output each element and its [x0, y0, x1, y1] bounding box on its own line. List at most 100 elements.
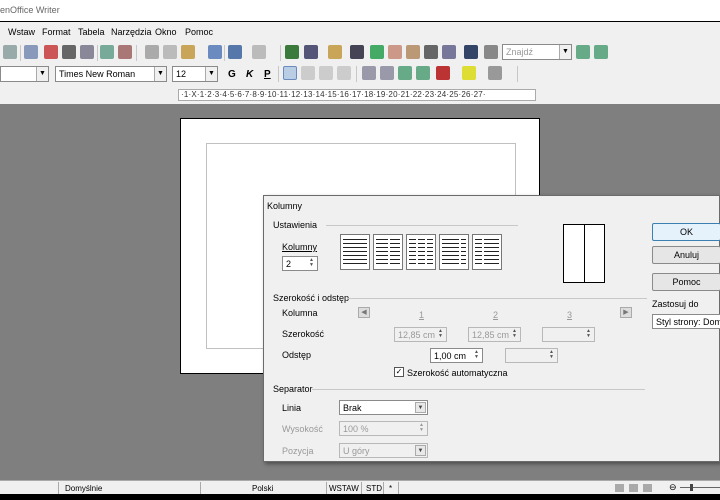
highlighting-icon[interactable]	[462, 66, 476, 80]
column-1-width-field[interactable]: 12,85 cm ▲ ▼	[394, 327, 447, 342]
preset-two-columns-left[interactable]	[439, 234, 469, 270]
zoom-slider-handle[interactable]	[690, 484, 693, 491]
draw-functions-icon[interactable]	[328, 45, 342, 59]
data-sources-icon[interactable]	[406, 45, 420, 59]
increase-indent-icon[interactable]	[416, 66, 430, 80]
copy-icon[interactable]	[163, 45, 177, 59]
spin-arrows-icon[interactable]: ▲ ▼	[510, 329, 519, 340]
auto-width-label[interactable]: Szerokość automatyczna	[407, 368, 508, 378]
page-style-status[interactable]: Domyślnie	[65, 484, 102, 493]
document-modified-status[interactable]: *	[389, 484, 392, 493]
spin-arrows-icon[interactable]: ▲ ▼	[307, 258, 316, 269]
preset-one-column[interactable]	[340, 234, 370, 270]
menu-pomoc[interactable]: Pomoc	[185, 27, 213, 37]
cut-icon[interactable]	[145, 45, 159, 59]
menu-wstaw[interactable]: Wstaw	[8, 27, 35, 37]
bold-button[interactable]: G	[228, 69, 236, 80]
menu-tabela[interactable]: Tabela	[78, 27, 105, 37]
gallery-icon[interactable]	[388, 45, 402, 59]
spin-arrows-icon[interactable]: ▲ ▼	[584, 329, 593, 340]
spin-arrows-icon[interactable]: ▲ ▼	[472, 350, 481, 361]
separator-height-field[interactable]: 100 % ▲ ▼	[339, 421, 428, 436]
export-pdf-icon[interactable]	[44, 45, 58, 59]
spellcheck-icon[interactable]	[100, 45, 114, 59]
line-style-select[interactable]: Brak ▼	[339, 400, 428, 415]
paste-icon[interactable]	[181, 45, 195, 59]
toolbar-separator	[20, 45, 21, 61]
preset-two-columns[interactable]	[373, 234, 403, 270]
zoom-slider[interactable]	[680, 487, 720, 488]
title-bar: enOffice Writer	[0, 0, 720, 22]
background-color-icon[interactable]	[488, 66, 502, 80]
zoom-icon[interactable]	[442, 45, 456, 59]
auto-width-checkbox[interactable]: ✓	[394, 367, 404, 377]
single-page-view-icon[interactable]	[615, 484, 624, 492]
align-center-icon[interactable]	[301, 66, 315, 80]
bullets-icon[interactable]	[380, 66, 394, 80]
preset-three-columns[interactable]	[406, 234, 436, 270]
paragraph-style-select[interactable]: ▼	[0, 66, 49, 82]
find-previous-icon[interactable]	[576, 45, 590, 59]
menu-format[interactable]: Format	[42, 27, 71, 37]
help-icon[interactable]	[464, 45, 478, 59]
arrow-left-icon[interactable]: ◀	[358, 307, 370, 318]
spin-arrows-icon[interactable]: ▲ ▼	[547, 350, 556, 361]
edit-file-icon[interactable]	[24, 45, 38, 59]
find-input[interactable]: Znajdź ▼	[502, 44, 572, 60]
redo-icon[interactable]	[252, 45, 266, 59]
font-name-select[interactable]: Times New Roman ▼	[55, 66, 167, 82]
preset-two-columns-right[interactable]	[472, 234, 502, 270]
chevron-down-icon[interactable]: ▼	[205, 67, 217, 81]
table-icon[interactable]	[304, 45, 318, 59]
spin-arrows-icon[interactable]: ▲ ▼	[417, 423, 426, 434]
navigator-icon[interactable]	[370, 45, 384, 59]
column-2-width-field[interactable]: 12,85 cm ▲ ▼	[468, 327, 521, 342]
print-icon[interactable]	[62, 45, 76, 59]
arrow-right-icon[interactable]: ▶	[620, 307, 632, 318]
align-right-icon[interactable]	[319, 66, 333, 80]
multi-page-view-icon[interactable]	[629, 484, 638, 492]
nonprinting-chars-icon[interactable]	[424, 45, 438, 59]
find-replace-icon[interactable]	[350, 45, 364, 59]
whats-this-icon[interactable]	[484, 45, 498, 59]
justify-icon[interactable]	[337, 66, 351, 80]
zoom-out-icon[interactable]: ⊖	[669, 482, 677, 493]
chevron-down-icon[interactable]: ▼	[36, 67, 48, 81]
chevron-down-icon[interactable]: ▼	[415, 402, 426, 413]
clone-formatting-icon[interactable]	[208, 45, 222, 59]
apply-to-select[interactable]: Styl strony: Domy	[652, 314, 720, 329]
decrease-indent-icon[interactable]	[398, 66, 412, 80]
selection-mode-status[interactable]: STD	[366, 484, 382, 493]
group-divider	[326, 225, 518, 226]
numbering-icon[interactable]	[362, 66, 376, 80]
undo-icon[interactable]	[228, 45, 242, 59]
spin-arrows-icon[interactable]: ▲ ▼	[436, 329, 445, 340]
chevron-down-icon[interactable]: ▼	[154, 67, 166, 81]
column-3-width-field[interactable]: ▲ ▼	[542, 327, 595, 342]
menu-narzedzia[interactable]: Narzędzia	[111, 27, 152, 37]
cancel-button[interactable]: Anuluj	[652, 246, 720, 264]
underline-button[interactable]: P	[264, 69, 271, 80]
language-status[interactable]: Polski	[252, 484, 273, 493]
spacing-1-field[interactable]: 1,00 cm ▲ ▼	[430, 348, 483, 363]
menu-okno[interactable]: Okno	[155, 27, 177, 37]
font-color-icon[interactable]	[436, 66, 450, 80]
print-preview-icon[interactable]	[80, 45, 94, 59]
italic-button[interactable]: K	[246, 69, 253, 80]
align-left-icon[interactable]	[283, 66, 297, 80]
autospellcheck-icon[interactable]	[118, 45, 132, 59]
horizontal-ruler[interactable]: ·1·X·1·2·3·4·5·6·7·8·9·10·11·12·13·14·15…	[178, 89, 536, 101]
spacing-2-field[interactable]: ▲ ▼	[505, 348, 558, 363]
separator-position-select[interactable]: U góry ▼	[339, 443, 428, 458]
ok-button[interactable]: OK	[652, 223, 720, 241]
columns-count-spinner[interactable]: 2 ▲ ▼	[282, 256, 318, 271]
chevron-down-icon[interactable]: ▼	[415, 445, 426, 456]
hyperlink-icon[interactable]	[285, 45, 299, 59]
find-next-icon[interactable]	[594, 45, 608, 59]
help-button[interactable]: Pomoc	[652, 273, 720, 291]
chevron-down-icon[interactable]: ▼	[559, 45, 571, 59]
font-size-select[interactable]: 12 ▼	[172, 66, 218, 82]
mail-icon[interactable]	[3, 45, 17, 59]
insert-mode-status[interactable]: WSTAW	[329, 484, 359, 493]
book-view-icon[interactable]	[643, 484, 652, 492]
